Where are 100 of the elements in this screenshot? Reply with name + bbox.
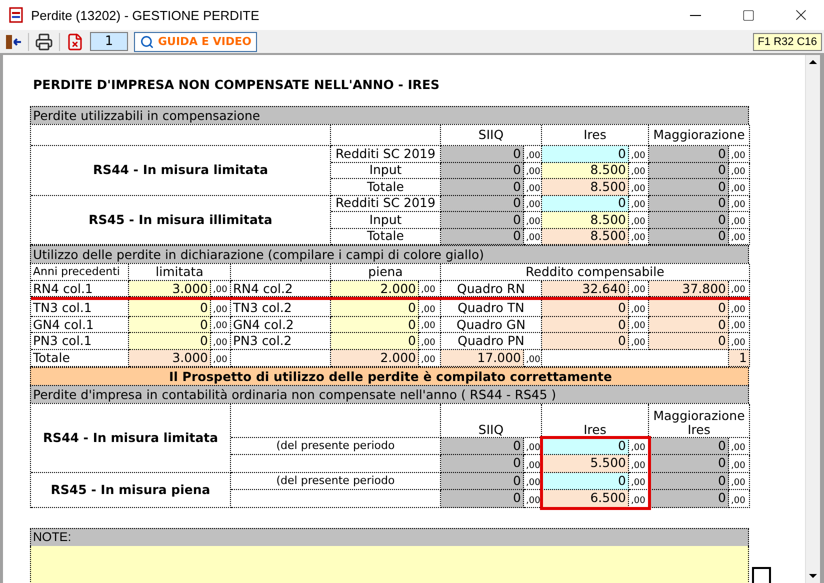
amount-cell[interactable]: 0 xyxy=(129,333,211,350)
section-title: Perdite utilizzabili in compensazione xyxy=(30,106,749,124)
decimal-cell: ,00 xyxy=(729,438,750,456)
decimal-cell: ,00 xyxy=(211,333,231,350)
row-label: Quadro GN xyxy=(441,316,542,334)
decimal-cell: ,00 xyxy=(729,316,750,334)
sheet-heading: PERDITE D'IMPRESA NON COMPENSATE NELL'ANNO - IRES xyxy=(33,77,441,93)
row-label: Totale xyxy=(331,179,441,196)
decimal-cell: ,00 xyxy=(524,146,542,162)
amount-cell[interactable]: 0 xyxy=(331,300,419,317)
amount-cell: 0 xyxy=(441,472,524,490)
amount-cell[interactable]: 8.500 xyxy=(542,162,629,179)
amount-cell[interactable]: 0 xyxy=(129,300,211,317)
decimal-cell: ,00 xyxy=(419,350,441,367)
column-header: Maggiorazione xyxy=(649,125,750,146)
group-label: RS45 - In misura piena xyxy=(31,472,231,508)
amount-cell: 0 xyxy=(441,228,524,245)
amount-cell: 0 xyxy=(649,228,729,245)
decimal-cell: ,00 xyxy=(729,228,750,245)
row-label: Input xyxy=(331,162,441,179)
vertical-scrollbar[interactable] xyxy=(805,55,820,583)
amount-cell: 0 xyxy=(542,146,629,162)
decimal-cell: ,00 xyxy=(729,162,750,179)
group-label: RS45 - In misura illimitata xyxy=(31,196,331,245)
page-field[interactable]: 1 xyxy=(90,32,128,51)
app-icon xyxy=(8,7,24,23)
scroll-up-icon xyxy=(809,60,817,64)
file-x-icon xyxy=(66,32,84,50)
amount-cell[interactable]: 8.500 xyxy=(542,212,629,228)
group-label: RS44 - In misura limitata xyxy=(31,404,231,473)
row-note: (del presente periodo xyxy=(231,438,441,456)
count-cell: 1 xyxy=(729,350,750,367)
column-header: SIIQ xyxy=(441,404,542,438)
decimal-cell: ,00 xyxy=(729,146,750,162)
amount-cell[interactable]: 0 xyxy=(129,316,211,334)
decimal-cell: ,00 xyxy=(524,196,542,212)
amount-cell: 8.500 xyxy=(542,228,629,245)
amount-cell: 0 xyxy=(441,212,524,228)
decimal-cell: ,00 xyxy=(629,196,649,212)
amount-cell[interactable]: 0 xyxy=(331,333,419,350)
row-label: RN4 col.2 xyxy=(231,280,331,298)
decimal-cell: ,00 xyxy=(729,455,750,473)
decimal-cell: ,00 xyxy=(629,316,649,334)
row-label: RN4 col.1 xyxy=(31,280,129,298)
amount-cell: 0 xyxy=(441,179,524,196)
decimal-cell: ,00 xyxy=(524,212,542,228)
row-label: Totale xyxy=(31,350,129,367)
decimal-cell: ,00 xyxy=(629,162,649,179)
amount-cell: 0 xyxy=(649,162,729,179)
column-header: Anni precedenti xyxy=(31,264,129,281)
decimal-cell: ,00 xyxy=(729,280,750,298)
amount-cell: 0 xyxy=(649,146,729,162)
status-banner: Il Prospetto di utilizzo delle perdite è compilato correttamente xyxy=(30,366,749,385)
decimal-cell: ,00 xyxy=(629,228,649,245)
decimal-cell: ,00 xyxy=(524,350,542,367)
decimal-cell: ,00 xyxy=(419,316,441,334)
amount-cell: 5.500 xyxy=(542,455,629,473)
row-label: Redditi SC 2019 xyxy=(331,196,441,212)
amount-cell: 0 xyxy=(649,438,729,456)
row-label: Quadro TN xyxy=(441,300,542,317)
amount-cell: 0 xyxy=(649,212,729,228)
column-header: SIIQ xyxy=(441,125,542,146)
decimal-cell: ,00 xyxy=(729,300,750,317)
decimal-cell: ,00 xyxy=(419,280,441,298)
decimal-cell: ,00 xyxy=(524,228,542,245)
notes-title: NOTE: xyxy=(30,528,749,546)
amount-cell[interactable]: 3.000 xyxy=(129,280,211,298)
row-label: TN3 col.2 xyxy=(231,300,331,317)
decimal-cell: ,00 xyxy=(729,333,750,350)
amount-cell: 0 xyxy=(649,316,729,334)
amount-cell: 3.000 xyxy=(129,350,211,367)
amount-cell[interactable]: 0 xyxy=(331,316,419,334)
row-label: Quadro RN xyxy=(441,280,542,298)
amount-cell: 0 xyxy=(649,196,729,212)
amount-cell: 0 xyxy=(441,196,524,212)
amount-cell: 0 xyxy=(542,300,629,317)
row-label: PN3 col.1 xyxy=(31,333,129,350)
amount-cell: 6.500 xyxy=(542,490,629,508)
search-icon xyxy=(140,34,154,48)
row-label: GN4 col.1 xyxy=(31,316,129,334)
delete-button[interactable] xyxy=(66,32,84,52)
amount-cell: 37.800 xyxy=(649,280,729,298)
column-header: Maggiorazione Ires xyxy=(649,404,750,438)
amount-cell[interactable]: 2.000 xyxy=(331,280,419,298)
decimal-cell: ,00 xyxy=(211,350,231,367)
row-label: TN3 col.1 xyxy=(31,300,129,317)
row-label: PN3 col.2 xyxy=(231,333,331,350)
amount-cell: 2.000 xyxy=(331,350,419,367)
window-title: Perdite (13202) - GESTIONE PERDITE xyxy=(31,8,260,22)
amount-cell: 0 xyxy=(649,333,729,350)
amount-cell: 0 xyxy=(649,179,729,196)
print-button[interactable] xyxy=(35,32,53,52)
scroll-down-icon xyxy=(809,574,817,578)
column-header: Reddito compensabile xyxy=(441,264,750,281)
decimal-cell: ,00 xyxy=(629,300,649,317)
section-title: Utilizzo delle perdite in dichiarazione (compilare i campi di colore giallo) xyxy=(30,245,749,263)
cell-reference: F1 R32 C16 xyxy=(752,32,822,50)
amount-cell: 0 xyxy=(542,333,629,350)
row-note: (del presente periodo xyxy=(231,472,441,490)
group-label: RS44 - In misura limitata xyxy=(31,146,331,196)
